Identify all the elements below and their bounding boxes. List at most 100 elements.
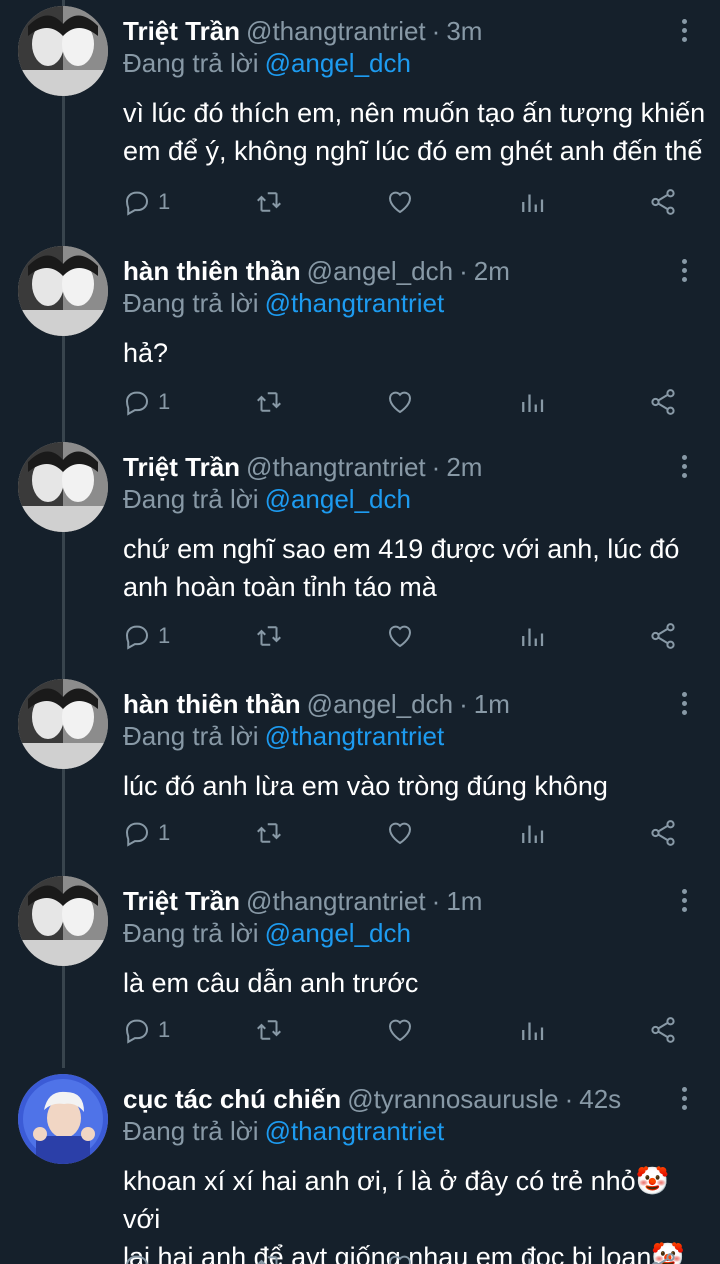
reply-count: 1: [158, 389, 171, 414]
reply-button[interactable]: 1: [122, 618, 170, 654]
tweet-item[interactable]: hàn thiên thần @angel_dch · 1m Đang trả lời…: [0, 673, 720, 869]
analytics-icon: [522, 628, 544, 646]
replying-label: Đang trả lời: [123, 48, 259, 78]
like-button[interactable]: [385, 184, 415, 220]
display-name[interactable]: cục tác chú chiến: [123, 1084, 341, 1114]
analytics-icon: [522, 825, 544, 843]
reply-button[interactable]: [122, 1248, 152, 1264]
share-button[interactable]: [648, 1248, 678, 1264]
timestamp[interactable]: 42s: [579, 1084, 621, 1114]
user-handle[interactable]: @angel_dch: [307, 256, 453, 286]
more-vertical-icon[interactable]: [668, 14, 700, 46]
replying-to: Đang trả lời @angel_dch: [123, 916, 411, 950]
separator-dot: ·: [459, 689, 468, 719]
share-button[interactable]: [648, 184, 678, 220]
share-button[interactable]: [648, 1012, 678, 1048]
display-name[interactable]: Triệt Trần: [123, 886, 240, 916]
mention-link[interactable]: @angel_dch: [265, 918, 411, 948]
reply-button[interactable]: 1: [122, 1012, 170, 1048]
tweet-item[interactable]: Triệt Trần @thangtrantriet · 2m Đang trả lờ…: [0, 436, 720, 672]
avatar[interactable]: [18, 876, 108, 966]
tweet-item[interactable]: Triệt Trần @thangtrantriet · 1m Đang trả lờ…: [0, 870, 720, 1066]
retweet-button[interactable]: [254, 1248, 284, 1264]
replying-label: Đang trả lời: [123, 1116, 259, 1146]
reply-button[interactable]: 1: [122, 184, 170, 220]
more-vertical-icon[interactable]: [668, 254, 700, 286]
tweet-item[interactable]: Triệt Trần @thangtrantriet · 3m Đang trả lờ…: [0, 0, 720, 236]
user-handle[interactable]: @thangtrantriet: [246, 886, 426, 916]
replying-label: Đang trả lời: [123, 288, 259, 318]
tweet-text-line: hả?: [123, 338, 169, 368]
retweet-icon: [257, 392, 281, 412]
like-button[interactable]: [385, 815, 415, 851]
mention-link[interactable]: @thangtrantriet: [265, 1116, 445, 1146]
heart-icon: [388, 191, 412, 214]
replying-label: Đang trả lời: [123, 918, 259, 948]
share-icon: [651, 623, 675, 649]
mention-link[interactable]: @angel_dch: [265, 48, 411, 78]
timestamp[interactable]: 1m: [446, 886, 482, 916]
analytics-button[interactable]: [517, 184, 547, 220]
analytics-button[interactable]: [517, 618, 547, 654]
reply-count: 1: [158, 623, 171, 648]
timestamp[interactable]: 1m: [474, 689, 510, 719]
reply-icon: [125, 191, 149, 216]
share-button[interactable]: [648, 384, 678, 420]
more-vertical-icon[interactable]: [668, 450, 700, 482]
analytics-icon: [522, 1022, 544, 1040]
share-icon: [651, 389, 675, 415]
display-name[interactable]: hàn thiên thần: [123, 689, 301, 719]
like-button[interactable]: [385, 1012, 415, 1048]
more-vertical-icon[interactable]: [668, 884, 700, 916]
tweet-text-line: lúc đó anh lừa em vào tròng đúng không: [123, 771, 608, 801]
mention-link[interactable]: @angel_dch: [265, 484, 411, 514]
more-vertical-icon[interactable]: [668, 687, 700, 719]
timestamp[interactable]: 2m: [446, 452, 482, 482]
mention-link[interactable]: @thangtrantriet: [265, 288, 445, 318]
retweet-button[interactable]: [254, 184, 284, 220]
analytics-button[interactable]: [517, 384, 547, 420]
share-button[interactable]: [648, 815, 678, 851]
reply-button[interactable]: 1: [122, 384, 170, 420]
tweet-item[interactable]: cục tác chú chiến @tyrannosaurusle · 42s Đa…: [0, 1068, 720, 1264]
tweet-header: hàn thiên thần @angel_dch · 1m: [123, 687, 510, 721]
share-button[interactable]: [648, 618, 678, 654]
more-vertical-icon[interactable]: [668, 1082, 700, 1114]
analytics-button[interactable]: [517, 1248, 547, 1264]
like-button[interactable]: [385, 384, 415, 420]
retweet-button[interactable]: [254, 1012, 284, 1048]
mention-link[interactable]: @thangtrantriet: [265, 721, 445, 751]
retweet-button[interactable]: [254, 384, 284, 420]
avatar[interactable]: [18, 246, 108, 336]
reply-icon: [125, 391, 149, 416]
analytics-button[interactable]: [517, 815, 547, 851]
retweet-button[interactable]: [254, 618, 284, 654]
user-handle[interactable]: @thangtrantriet: [246, 16, 426, 46]
tweet-header: hàn thiên thần @angel_dch · 2m: [123, 254, 510, 288]
replying-label: Đang trả lời: [123, 484, 259, 514]
retweet-button[interactable]: [254, 815, 284, 851]
like-button[interactable]: [385, 1248, 415, 1264]
analytics-icon: [528, 1258, 544, 1264]
display-name[interactable]: Triệt Trần: [123, 16, 240, 46]
display-name[interactable]: hàn thiên thần: [123, 256, 301, 286]
reply-button[interactable]: 1: [122, 815, 170, 851]
user-handle[interactable]: @tyrannosaurusle: [347, 1084, 558, 1114]
analytics-button[interactable]: [517, 1012, 547, 1048]
tweet-actions: [0, 1248, 720, 1264]
separator-dot: ·: [431, 886, 441, 916]
user-handle[interactable]: @angel_dch: [307, 689, 453, 719]
timestamp[interactable]: 2m: [474, 256, 510, 286]
avatar[interactable]: [18, 442, 108, 532]
user-handle[interactable]: @thangtrantriet: [246, 452, 426, 482]
avatar[interactable]: [18, 6, 108, 96]
avatar[interactable]: [18, 679, 108, 769]
tweet-item[interactable]: hàn thiên thần @angel_dch · 2m Đang trả lời…: [0, 240, 720, 436]
share-icon: [651, 1017, 675, 1043]
timestamp[interactable]: 3m: [446, 16, 482, 46]
avatar[interactable]: [18, 1074, 108, 1164]
retweet-icon: [257, 626, 281, 646]
display-name[interactable]: Triệt Trần: [123, 452, 240, 482]
like-button[interactable]: [385, 618, 415, 654]
separator-dot: ·: [431, 452, 441, 482]
